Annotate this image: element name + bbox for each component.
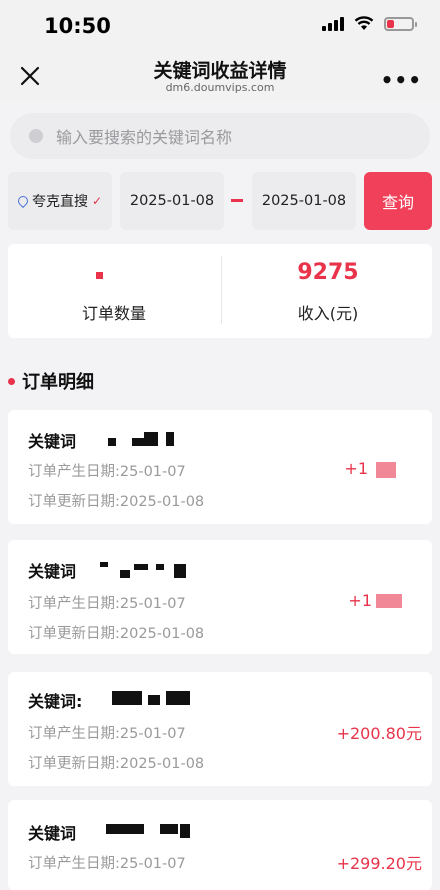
order-updated-date: 订单更新日期:2025-01-08: [28, 494, 205, 510]
platform-select[interactable]: 夸克直搜 ✓: [8, 172, 112, 230]
income-label: 收入(元): [297, 304, 359, 323]
order-amount: +200.80元: [336, 724, 422, 743]
masked-keyword: [106, 824, 196, 838]
status-bar: 10:50: [0, 0, 440, 52]
order-amount: +1: [348, 591, 372, 610]
income-value: 9275: [297, 260, 359, 285]
order-created-date: 订单产生日期:25-01-07: [28, 464, 186, 480]
order-amount: +1: [344, 459, 368, 478]
order-card[interactable]: 关键词 订单产生日期:25-01-07 订单更新日期:2025-01-08 +1: [8, 410, 432, 524]
keyword-label: 关键词: [28, 432, 77, 451]
keyword-label: 关键词: [28, 562, 77, 581]
chevron-down-icon: ✓: [91, 194, 103, 208]
date-range-dash: [231, 199, 243, 202]
battery-icon: [384, 16, 417, 31]
search-icon: [29, 129, 43, 143]
page-title: 关键词收益详情: [153, 60, 287, 82]
bullet-dot: [8, 377, 15, 385]
masked-keyword: [100, 562, 190, 578]
order-amount: +299.20元: [336, 854, 422, 873]
page-url: dm6.doumvips.com: [165, 81, 275, 94]
order-card[interactable]: 关键词 订单产生日期:25-01-07 订单更新日期:2025-01-08 +1: [8, 540, 432, 654]
keyword-label: 关键词: [28, 824, 77, 843]
signal-icon: [322, 16, 344, 31]
order-updated-date: 订单更新日期:2025-01-08: [28, 756, 205, 772]
masked-amount: [376, 594, 402, 608]
end-date-picker[interactable]: 2025-01-08: [252, 172, 356, 230]
section-header: 订单明细: [8, 368, 94, 394]
section-title: 订单明细: [22, 372, 94, 393]
platform-icon: [15, 193, 31, 209]
stats-card: 订单数量 9275 收入(元): [8, 244, 432, 338]
order-card[interactable]: 关键词: 订单产生日期:25-01-07 订单更新日期:2025-01-08 +…: [8, 672, 432, 786]
nav-bar: 关键词收益详情 dm6.doumvips.com •••: [0, 52, 440, 102]
income-stat: 9275 收入(元): [222, 244, 434, 338]
order-count-stat: 订单数量: [8, 244, 220, 338]
masked-keyword: [108, 432, 188, 446]
wifi-icon: [354, 16, 374, 30]
status-icons: [322, 16, 417, 31]
masked-amount: [376, 462, 396, 478]
platform-label: 夸克直搜: [31, 194, 88, 210]
filter-row: 夸克直搜 ✓ 2025-01-08 2025-01-08 查询: [8, 172, 432, 230]
order-created-date: 订单产生日期:25-01-07: [28, 726, 186, 742]
search-input[interactable]: [54, 113, 418, 161]
query-button[interactable]: 查询: [364, 172, 432, 230]
status-time: 10:50: [44, 14, 111, 38]
order-created-date: 订单产生日期:25-01-07: [28, 596, 186, 612]
masked-keyword: [112, 691, 192, 705]
masked-value: [96, 272, 103, 279]
order-count-label: 订单数量: [81, 304, 146, 323]
keyword-label: 关键词:: [28, 692, 83, 711]
order-updated-date: 订单更新日期:2025-01-08: [28, 626, 205, 642]
more-icon[interactable]: •••: [381, 68, 422, 92]
order-card[interactable]: 关键词 订单产生日期:25-01-07 +299.20元: [8, 800, 432, 890]
start-date-picker[interactable]: 2025-01-08: [120, 172, 224, 230]
search-box[interactable]: [10, 113, 430, 161]
